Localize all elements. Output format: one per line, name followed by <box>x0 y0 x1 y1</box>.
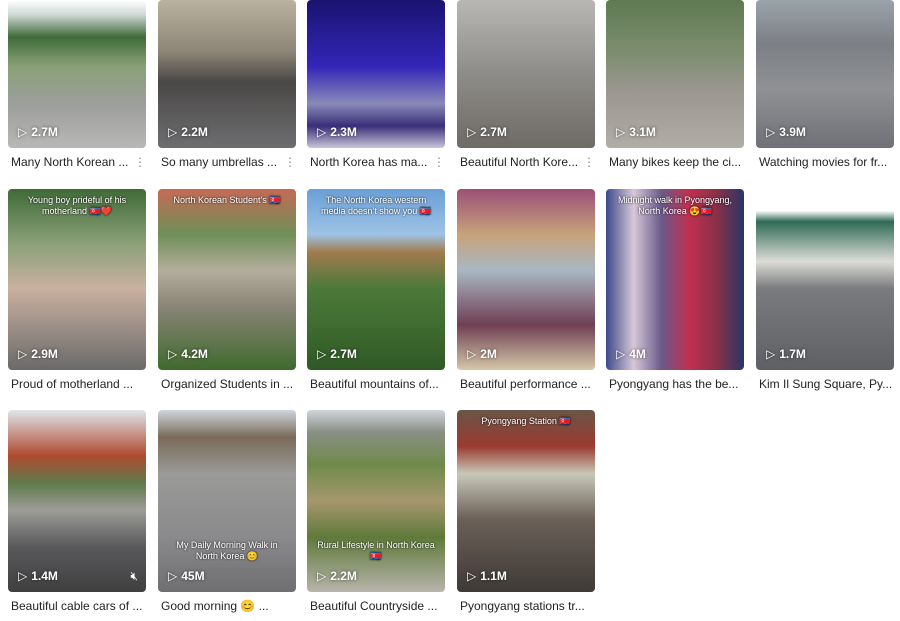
video-caption[interactable]: Proud of motherland ... <box>11 377 133 391</box>
video-caption[interactable]: Many bikes keep the ci... <box>609 155 741 169</box>
more-options-icon[interactable]: ⋮ <box>134 155 146 169</box>
video-caption[interactable]: Beautiful North Kore... <box>460 155 578 169</box>
video-thumbnail[interactable]: Young boy prideful of his motherland 🇰🇵❤… <box>8 189 146 370</box>
play-icon: ▷ <box>317 347 327 361</box>
view-count: ▷ 1.4M <box>18 569 58 583</box>
video-caption[interactable]: Pyongyang has the be... <box>609 377 738 391</box>
play-icon: ▷ <box>168 347 178 361</box>
video-caption[interactable]: Kim Il Sung Square, Py... <box>759 377 892 391</box>
video-caption[interactable]: Organized Students in ... <box>161 377 293 391</box>
view-count-value: 2.7M <box>31 125 58 139</box>
play-icon: ▷ <box>616 347 626 361</box>
view-count-value: 2.7M <box>480 125 507 139</box>
video-thumbnail[interactable]: ▷ 2M <box>457 189 595 370</box>
view-count-value: 4M <box>629 347 646 361</box>
thumbnail-overlay-text: My Daily Morning Walk in North Korea 😊 <box>176 540 278 561</box>
thumbnail-overlay-text: Midnight walk in Pyongyang, North Korea … <box>617 195 733 216</box>
video-thumbnail[interactable]: Pyongyang Station 🇰🇵 ▷ 1.1M <box>457 410 595 592</box>
video-thumbnail[interactable]: ▷ 2.3M <box>307 0 445 148</box>
more-options-icon[interactable]: ⋮ <box>284 155 296 169</box>
video-caption[interactable]: Beautiful performance ... <box>460 377 591 391</box>
video-thumbnail[interactable]: The North Korea western media doesn't sh… <box>307 189 445 370</box>
view-count-value: 2M <box>480 347 497 361</box>
view-count: ▷ 4.2M <box>168 347 208 361</box>
video-thumbnail[interactable]: ▷ 3.9M <box>756 0 894 148</box>
play-icon: ▷ <box>766 125 776 139</box>
play-icon: ▷ <box>467 125 477 139</box>
view-count-value: 2.2M <box>181 125 208 139</box>
thumbnail-overlay-text: Pyongyang Station 🇰🇵 <box>481 416 571 426</box>
play-icon: ▷ <box>317 125 327 139</box>
thumbnail-overlay-text: North Korean Student's 🇰🇵 <box>173 195 281 205</box>
view-count: ▷ 2M <box>467 347 497 361</box>
video-caption[interactable]: Many North Korean ... <box>11 155 128 169</box>
video-thumbnail[interactable]: Midnight walk in Pyongyang, North Korea … <box>606 189 744 370</box>
video-caption[interactable]: Good morning 😊 ... <box>161 599 269 613</box>
play-icon: ▷ <box>766 347 776 361</box>
view-count: ▷ 2.7M <box>317 347 357 361</box>
video-caption[interactable]: So many umbrellas ... <box>161 155 277 169</box>
view-count: ▷ 3.1M <box>616 125 656 139</box>
view-count-value: 3.1M <box>629 125 656 139</box>
view-count: ▷ 2.7M <box>467 125 507 139</box>
view-count-value: 1.7M <box>779 347 806 361</box>
view-count-value: 2.2M <box>330 569 357 583</box>
view-count-value: 4.2M <box>181 347 208 361</box>
play-icon: ▷ <box>467 569 477 583</box>
mute-icon[interactable]: 🔇︎ <box>130 569 138 584</box>
video-thumbnail[interactable]: My Daily Morning Walk in North Korea 😊 ▷ 4… <box>158 410 296 592</box>
view-count: ▷ 2.2M <box>317 569 357 583</box>
view-count-value: 1.4M <box>31 569 58 583</box>
view-count-value: 3.9M <box>779 125 806 139</box>
play-icon: ▷ <box>18 125 28 139</box>
play-icon: ▷ <box>18 347 28 361</box>
video-caption[interactable]: Beautiful mountains of... <box>310 377 439 391</box>
video-caption[interactable]: Beautiful Countryside ... <box>310 599 437 613</box>
thumbnail-overlay-text: The North Korea western media doesn't sh… <box>321 195 431 216</box>
video-thumbnail[interactable]: ▷ 2.7M <box>8 0 146 148</box>
view-count: ▷ 2.2M <box>168 125 208 139</box>
more-options-icon[interactable]: ⋮ <box>433 155 445 169</box>
video-caption[interactable]: Pyongyang stations tr... <box>460 599 585 613</box>
video-thumbnail[interactable]: ▷ 3.1M <box>606 0 744 148</box>
view-count-value: 2.7M <box>330 347 357 361</box>
video-thumbnail[interactable]: ▷ 2.2M <box>158 0 296 148</box>
play-icon: ▷ <box>168 569 178 583</box>
video-thumbnail[interactable]: Rural Lifestyle in North Korea 🇰🇵 ▷ 2.2M <box>307 410 445 592</box>
thumbnail-overlay-text: Rural Lifestyle in North Korea 🇰🇵 <box>317 540 435 561</box>
view-count: ▷ 1.7M <box>766 347 806 361</box>
video-thumbnail[interactable]: ▷ 1.4M 🔇︎ <box>8 410 146 592</box>
view-count: ▷ 2.9M <box>18 347 58 361</box>
play-icon: ▷ <box>18 569 28 583</box>
view-count-value: 2.3M <box>330 125 357 139</box>
play-icon: ▷ <box>317 569 327 583</box>
video-thumbnail[interactable]: North Korean Student's 🇰🇵 ▷ 4.2M <box>158 189 296 370</box>
thumbnail-overlay-text: Young boy prideful of his motherland 🇰🇵❤… <box>27 195 127 216</box>
play-icon: ▷ <box>467 347 477 361</box>
view-count-value: 45M <box>181 569 205 583</box>
play-icon: ▷ <box>616 125 626 139</box>
more-options-icon[interactable]: ⋮ <box>583 155 595 169</box>
video-thumbnail[interactable]: ▷ 1.7M <box>756 189 894 370</box>
view-count: ▷ 2.3M <box>317 125 357 139</box>
play-icon: ▷ <box>168 125 178 139</box>
view-count: ▷ 1.1M <box>467 569 507 583</box>
view-count: ▷ 2.7M <box>18 125 58 139</box>
view-count-value: 1.1M <box>480 569 507 583</box>
video-caption[interactable]: North Korea has ma... <box>310 155 427 169</box>
view-count: ▷ 4M <box>616 347 646 361</box>
video-caption[interactable]: Watching movies for fr... <box>759 155 887 169</box>
view-count-value: 2.9M <box>31 347 58 361</box>
view-count: ▷ 45M <box>168 569 205 583</box>
video-caption[interactable]: Beautiful cable cars of ... <box>11 599 142 613</box>
view-count: ▷ 3.9M <box>766 125 806 139</box>
video-thumbnail[interactable]: ▷ 2.7M <box>457 0 595 148</box>
